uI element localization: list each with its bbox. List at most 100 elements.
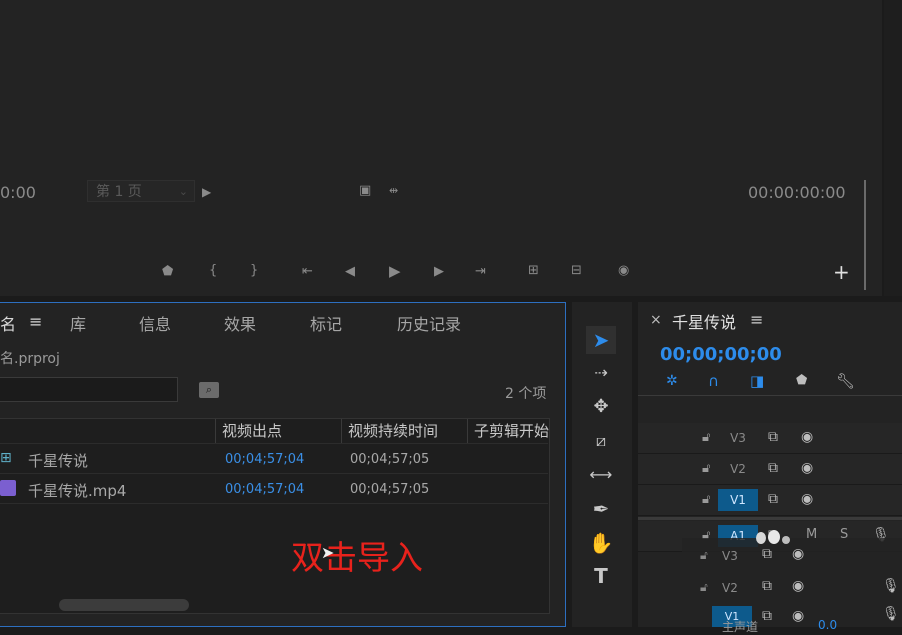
tab-effects[interactable]: 效果 — [224, 311, 256, 335]
add-button-icon[interactable]: + — [833, 262, 850, 282]
eye-icon: ◉ — [792, 546, 805, 562]
overlay-caption: 双击导入 — [291, 538, 423, 577]
play-icon[interactable]: ▶ — [389, 263, 401, 279]
snap-nested-icon[interactable]: ✲ — [666, 373, 678, 389]
hamburger-icon[interactable]: ≡ — [29, 312, 42, 331]
ripple-edit-icon[interactable]: ✥ — [586, 393, 616, 421]
lift-icon[interactable]: ⊞ — [528, 263, 539, 279]
hamburger-icon[interactable]: ≡ — [750, 310, 763, 329]
extract-icon[interactable]: ⊟ — [571, 263, 582, 279]
column-header-subclip-start[interactable]: 子剪辑开始 — [467, 419, 550, 443]
close-icon[interactable]: × — [650, 312, 662, 328]
divider — [638, 395, 902, 396]
lock-icon: 🔓︎ — [700, 548, 708, 562]
track-separator[interactable] — [638, 517, 902, 520]
lock-icon[interactable]: 🔓︎ — [702, 492, 710, 507]
eye-icon: ◉ — [792, 608, 805, 624]
sequence-icon: ⊞ — [0, 450, 12, 466]
go-to-out-icon[interactable]: ⇥ — [475, 264, 486, 280]
add-marker-icon[interactable]: ⬟ — [162, 264, 173, 280]
wrench-icon[interactable]: 🔧︎ — [836, 372, 855, 390]
pen-icon[interactable]: ✒ — [586, 495, 616, 523]
project-table: 视频出点 视频持续时间 子剪辑开始 ⊞ 千星传说 00;04;57;04 00;… — [0, 418, 550, 614]
lock-icon[interactable]: 🔓︎ — [702, 430, 710, 445]
chevron-down-icon: ⌄ — [178, 185, 188, 198]
track-name[interactable]: V1 — [718, 489, 758, 511]
play-triangle-icon[interactable]: ▶ — [202, 184, 211, 200]
track-name[interactable]: V2 — [718, 458, 758, 480]
table-row[interactable]: 千星传说.mp4 00;04;57;04 00;04;57;05 — [0, 473, 548, 504]
razor-icon[interactable]: ⧄ — [586, 427, 616, 455]
search-input[interactable] — [0, 377, 178, 402]
eye-icon: ◉ — [792, 578, 805, 594]
track-select-icon[interactable]: ⇢ — [586, 359, 616, 387]
horizontal-scrollbar[interactable] — [59, 599, 189, 611]
eye-icon[interactable]: ◉ — [801, 429, 813, 445]
go-to-in-icon[interactable]: ⇤ — [302, 264, 313, 280]
video-out: 00;04;57;04 — [225, 452, 305, 467]
table-divider — [0, 503, 548, 504]
timecode-current[interactable]: 0:00 — [0, 183, 36, 202]
item-name: 千星传说.mp4 — [28, 482, 127, 500]
magnet-icon[interactable]: ∩ — [708, 372, 719, 390]
track-v1[interactable]: 🔓︎ V1 ⧉ ◉ — [638, 485, 902, 516]
mark-in-icon[interactable]: { — [209, 263, 217, 279]
linked-selection-icon[interactable]: ◨ — [750, 372, 764, 390]
video-out: 00;04;57;04 — [225, 482, 305, 497]
timecode-duration: 00:00:00:00 — [748, 183, 846, 202]
video-clip-icon — [0, 480, 16, 496]
track-name[interactable]: V3 — [718, 427, 758, 449]
timeline-timecode[interactable]: 00;00;00;00 — [660, 344, 782, 365]
loading-dots — [756, 530, 792, 546]
page-select[interactable]: 第 1 页 ⌄ — [87, 180, 195, 202]
sync-lock-icon[interactable]: ⧉ — [768, 429, 778, 445]
sync-lock-icon[interactable]: ⧉ — [768, 491, 778, 507]
item-count: 2 个项 — [505, 386, 547, 402]
sync-lock-icon: ⧉ — [762, 578, 772, 594]
tab-markers[interactable]: 标记 — [310, 311, 342, 335]
search-bin-icon[interactable]: ⌕ — [199, 382, 219, 398]
tab-project[interactable]: 名 — [0, 311, 16, 335]
duration: 00;04;57;05 — [350, 482, 430, 497]
column-header-video-out[interactable]: 视频出点 — [215, 419, 341, 443]
step-back-icon[interactable]: ◀ — [345, 264, 355, 280]
duration: 00;04;57;05 — [350, 452, 430, 467]
camera-icon[interactable]: ◉ — [618, 263, 629, 279]
eye-icon[interactable]: ◉ — [801, 491, 813, 507]
sync-lock-icon: ⧉ — [762, 608, 772, 624]
panel-edge — [884, 0, 902, 296]
mark-out-icon[interactable]: } — [250, 263, 258, 279]
item-name: 千星传说 — [28, 452, 89, 470]
save-frame-icon[interactable]: ▣ — [359, 183, 371, 199]
track-v2[interactable]: 🔓︎ V2 ⧉ ◉ — [638, 454, 902, 485]
program-monitor: 0:00 第 1 页 ⌄ ▶ ▣ ⇹ 00:00:00:00 ⬟ { } ⇤ ◀… — [0, 0, 882, 296]
tab-info[interactable]: 信息 — [139, 311, 171, 335]
ghost-track-name: V3 — [722, 549, 738, 563]
sync-lock-icon: ⧉ — [762, 546, 772, 562]
drag-ghost-overlay: 🔓︎ V3 ⧉ ◉ 🔓︎ V2 ⧉ ◉ V1 ⧉ ◉ 🎙︎ 🎙︎ — [682, 538, 902, 627]
sync-lock-icon[interactable]: ⧉ — [768, 460, 778, 476]
tab-library[interactable]: 库 — [70, 311, 86, 335]
selection-tool-arrow-icon[interactable]: ➤ — [586, 326, 616, 354]
master-volume-value[interactable]: 0.0 — [818, 618, 837, 632]
dot — [782, 536, 790, 544]
playhead-line[interactable] — [864, 180, 866, 290]
tab-history[interactable]: 历史记录 — [397, 311, 461, 335]
sequence-title[interactable]: 千星传说 — [672, 309, 736, 333]
table-row[interactable]: ⊞ 千星传说 00;04;57;04 00;04;57;05 — [0, 443, 548, 474]
project-filename: 名.prproj — [0, 351, 60, 367]
microphone-icon: 🎙︎ — [882, 578, 900, 594]
column-header-duration[interactable]: 视频持续时间 — [341, 419, 467, 443]
step-forward-icon[interactable]: ▶ — [434, 264, 444, 280]
slip-icon[interactable]: ⟷ — [586, 461, 616, 489]
page-select-value: 第 1 页 — [96, 184, 142, 200]
hand-icon[interactable]: ✋ — [586, 529, 616, 557]
dot — [768, 530, 780, 544]
fit-icon[interactable]: ⇹ — [389, 183, 398, 199]
lock-icon[interactable]: 🔓︎ — [702, 461, 710, 476]
add-marker-icon[interactable]: ⬟ — [796, 373, 807, 388]
track-v3[interactable]: 🔓︎ V3 ⧉ ◉ — [638, 423, 902, 454]
eye-icon[interactable]: ◉ — [801, 460, 813, 476]
type-tool-icon[interactable]: T — [586, 562, 616, 590]
microphone-icon: 🎙︎ — [882, 606, 900, 622]
